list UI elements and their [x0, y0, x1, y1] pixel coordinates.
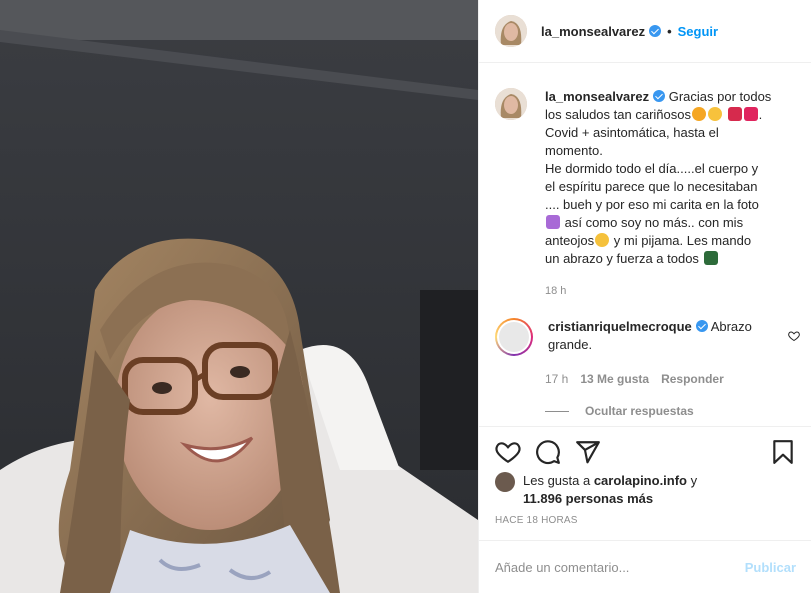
- caption-time[interactable]: 18 h: [545, 282, 800, 300]
- verified-icon: [695, 320, 708, 332]
- reply-button[interactable]: Responder: [661, 372, 724, 386]
- person-shrugging-emoji-icon: [546, 215, 560, 229]
- follow-button[interactable]: Seguir: [678, 24, 718, 39]
- caption-avatar[interactable]: [495, 88, 527, 120]
- caption-text: la_monsealvarez Gracias por todos los sa…: [545, 88, 800, 300]
- author-avatar[interactable]: [495, 15, 527, 47]
- liker-username[interactable]: carolapino.info: [594, 473, 687, 488]
- separator-dot: •: [667, 23, 672, 39]
- post-timestamp[interactable]: HACE 18 HORAS: [495, 515, 578, 526]
- divider-line: [545, 410, 569, 412]
- star-eyes-emoji-icon: [691, 107, 706, 121]
- post-header: la_monsealvarez • Seguir: [479, 0, 811, 63]
- post-photo[interactable]: [0, 0, 478, 593]
- flexed-arm-emoji-icon: [703, 251, 718, 265]
- heart-ribbon-emoji-icon: [727, 107, 742, 121]
- hearts-face-emoji-icon: [707, 107, 722, 121]
- heart-icon[interactable]: [495, 439, 521, 465]
- author-username[interactable]: la_monsealvarez: [541, 24, 645, 39]
- comment-item: cristianriquelmecroque Abrazo grande.: [495, 318, 800, 356]
- nerd-face-emoji-icon: [595, 233, 610, 247]
- share-icon[interactable]: [575, 439, 601, 465]
- liker-avatar[interactable]: [495, 472, 515, 492]
- comment-icon[interactable]: [535, 439, 561, 465]
- comment-input[interactable]: [495, 559, 745, 575]
- commenter-username[interactable]: cristianriquelmecroque: [548, 319, 692, 334]
- comment-meta: 17 h 13 Me gusta Responder: [545, 372, 724, 386]
- post-modal: la_monsealvarez • Seguir la_monsealvarez…: [0, 0, 811, 593]
- comment-composer: Publicar: [479, 540, 811, 593]
- comment-text: cristianriquelmecroque Abrazo grande.: [548, 319, 752, 352]
- verified-icon: [649, 25, 662, 37]
- comment-likes[interactable]: 13 Me gusta: [580, 372, 649, 386]
- commenter-avatar[interactable]: [495, 318, 533, 356]
- hide-replies-button[interactable]: Ocultar respuestas: [545, 404, 694, 418]
- caption-username[interactable]: la_monsealvarez: [545, 89, 649, 104]
- post-actions: [479, 426, 811, 476]
- comment-time[interactable]: 17 h: [545, 372, 568, 386]
- red-heart-emoji-icon: [743, 107, 758, 121]
- comment-like-heart-icon[interactable]: [788, 330, 800, 342]
- likes-count[interactable]: 11.896 personas más: [523, 491, 653, 506]
- post-caption: la_monsealvarez Gracias por todos los sa…: [495, 88, 800, 300]
- likes-summary: Les gusta a carolapino.info y 11.896 per…: [495, 472, 697, 508]
- bookmark-icon[interactable]: [770, 439, 796, 465]
- publish-button[interactable]: Publicar: [745, 560, 796, 575]
- post-sidebar: la_monsealvarez • Seguir la_monsealvarez…: [478, 0, 811, 593]
- selfie-image: [0, 0, 478, 593]
- verified-icon: [653, 90, 666, 102]
